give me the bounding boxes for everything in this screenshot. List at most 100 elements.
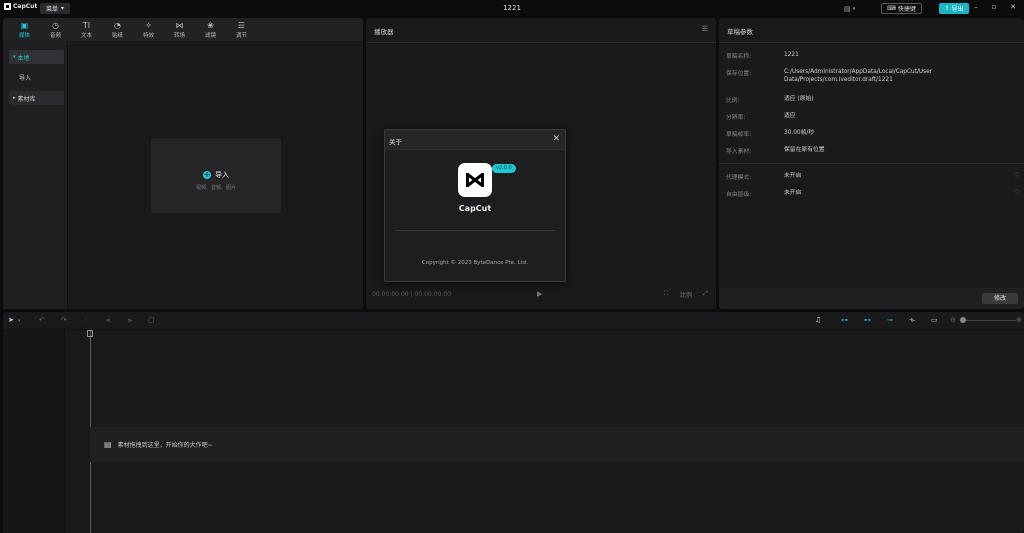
tab-media[interactable]: ▣ 媒体 [9,18,40,41]
fullscreen-icon[interactable]: ⤢ [703,290,708,298]
redo-icon[interactable]: ↷ [61,316,67,324]
tab-effects[interactable]: ✧ 特效 [133,18,164,41]
linkage-icon[interactable]: ⊸ [887,316,893,324]
zoom-slider-handle[interactable] [960,317,966,323]
prop-key: 草稿帧率: [726,132,752,138]
crop-icon[interactable]: ⛶ [664,290,668,298]
sidebar-item-import[interactable]: 导入 [9,70,64,84]
filter-icon: ❀ [207,20,214,30]
preview-axis-icon[interactable]: ⟛ [909,316,915,325]
info-icon[interactable]: ⓘ [1014,171,1020,180]
media-icon: ▣ [20,20,29,30]
audio-icon: ◷ [52,20,59,30]
delete-icon[interactable]: ▢ [148,316,155,324]
prop-value: 1221 [784,52,799,58]
layout-button[interactable]: ▤ ▾ [844,3,866,14]
shortcut-label: 快捷键 [897,6,916,13]
sidebar-item-local[interactable]: ▾ 本地 [9,50,64,64]
prop-value: 适应 [784,113,796,119]
split-icon[interactable]: ⫶ [84,316,86,325]
track-header-column [3,330,65,533]
menu-button[interactable]: 菜单 ▾ [40,3,70,14]
text-icon: TI [82,20,91,30]
media-sidebar: ▾ 本地 导入 ▸ 素材库 [3,41,68,309]
close-icon[interactable]: ✕ [552,134,560,144]
import-dropzone[interactable]: + 导入 视频、音频、图片 [151,138,281,213]
prop-key: 分辨率: [726,115,746,121]
timeline-panel [3,312,1024,533]
tab-filter[interactable]: ❀ 滤镜 [195,18,226,41]
export-label: 导出 [951,6,964,13]
import-subtitle: 视频、音频、图片 [195,185,236,191]
film-icon: ▤ [104,440,112,449]
caption-icon[interactable]: ▭ [931,316,938,324]
copyright-text: Copyright © 2023 ByteDance Pte. Ltd. [421,260,529,266]
chevron-down-icon: ▾ [852,5,856,12]
player-title: 播放器 [374,28,394,36]
divider [719,42,1024,43]
main-track[interactable]: ▤ 素材拖拽到这里，开始你的大作吧~ [90,427,1024,462]
zoom-out-icon[interactable]: ⊖ [950,316,956,324]
about-dialog: 关于 ✕ v2.0.0 CapCut Copyright © 2023 Byte… [384,129,566,282]
chevron-down-icon: ▾ [13,54,16,60]
adjust-icon: ☰ [237,20,246,30]
zoom-slider[interactable] [960,320,1016,321]
version-badge: v2.0.0 [492,164,516,173]
player-controls: 00:00:00:00 | 00:00:00:00 ▶ ⛶ 比例 ⤢ [366,288,716,302]
auto-snap-icon[interactable]: ⊷ [864,316,871,324]
microphone-icon[interactable]: ♫ [815,316,821,324]
tab-label: 调节 [235,32,247,39]
chevron-right-icon: ▸ [13,95,16,101]
tab-adjust[interactable]: ☰ 调节 [226,18,257,41]
prop-row: 比例: 适应 (原始) [726,95,1016,104]
prop-key: 保存位置: [726,71,752,77]
prop-row: 保存位置: C:/Users/Administrator/AppData/Loc… [726,68,1016,84]
prop-row: 代理模式: 未开启 [726,172,1016,181]
window-title: 1221 [503,4,521,12]
prop-value: 保留在原有位置 [784,147,825,153]
tab-transition[interactable]: ⋈ 转场 [164,18,195,41]
undo-icon[interactable]: ↶ [39,316,45,324]
zoom-in-icon[interactable]: ⊕ [1016,316,1022,324]
ratio-button[interactable]: 比例 [680,290,692,299]
props-title: 草稿参数 [727,28,753,36]
prop-key: 比例: [726,98,740,104]
plus-icon: + [203,170,211,179]
export-button[interactable]: ⇪ 导出 [939,3,969,14]
timeline-hint: 素材拖拽到这里，开始你的大作吧~ [117,442,213,449]
close-icon[interactable]: ✕ [1007,3,1019,14]
cursor-icon[interactable]: ➤ [8,316,14,324]
prop-key: 代理模式: [726,175,752,181]
dialog-title: 关于 [389,138,402,146]
transition-icon: ⋈ [175,20,184,30]
chevron-down-icon[interactable]: ▾ [18,318,21,324]
media-toolbar: ▣ 媒体 ◷ 音频 TI 文本 ◔ 贴纸 ✧ 特效 ⋈ 转场 ❀ 滤镜 ☰ 调节 [3,18,363,41]
app-name: CapCut [458,204,492,213]
menu-icon[interactable]: ☰ [702,25,708,33]
app-logo: CapCut [4,3,37,10]
sidebar-item-library[interactable]: ▸ 素材库 [9,91,64,105]
tab-audio[interactable]: ◷ 音频 [40,18,71,41]
divider [395,230,555,231]
playhead-handle[interactable] [87,330,93,337]
prop-row: 导入素材: 保留在原有位置 [726,146,1016,155]
tab-label: 音频 [49,32,61,39]
split-left-icon[interactable]: ⫷ [106,316,110,325]
capcut-app-icon [458,163,492,197]
tab-text[interactable]: TI 文本 [71,18,102,41]
minimize-icon[interactable]: – [970,3,982,14]
tab-sticker[interactable]: ◔ 贴纸 [102,18,133,41]
prop-row: 分辨率: 适应 [726,112,1016,121]
shortcut-button[interactable]: ⌨ 快捷键 [881,3,922,14]
prop-value: 30.00帧/秒 [784,130,815,136]
effects-icon: ✧ [145,20,152,30]
split-right-icon[interactable]: ⫸ [128,316,132,325]
play-icon[interactable]: ▶ [537,290,542,298]
maximize-icon[interactable]: ▫ [988,3,1000,14]
props-footer [719,288,1024,309]
timeline-toolbar: ➤ ▾ ↶ ↷ ⫶ ⫷ ⫸ ▢ ♫ ⊶ ⊷ ⊸ ⟛ ▭ ⊖ ⊕ [3,312,1024,330]
capcut-logo-icon [4,3,11,10]
edit-button[interactable]: 修改 [982,293,1018,304]
main-track-magnet-icon[interactable]: ⊶ [841,316,848,324]
info-icon[interactable]: ⓘ [1014,188,1020,197]
